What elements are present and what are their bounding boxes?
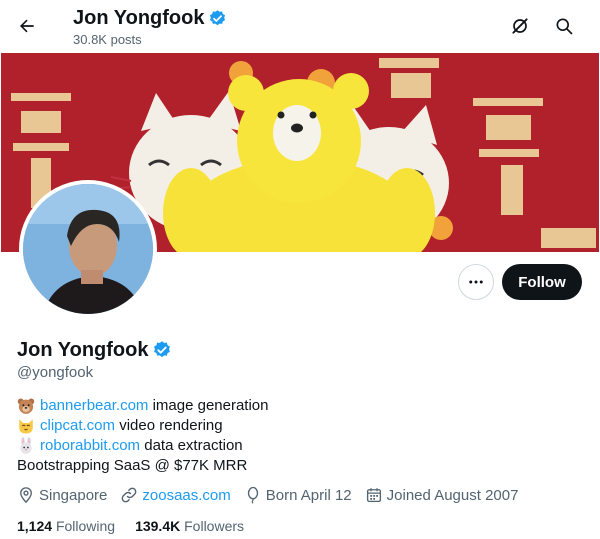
joined-text: Joined August 2007 (386, 486, 519, 504)
follow-button[interactable]: Follow (502, 264, 582, 300)
balloon-icon (247, 486, 258, 504)
followers-count: 139.4K (135, 518, 181, 534)
followers-label: Followers (184, 518, 245, 534)
profile-name: Jon Yongfook (17, 339, 149, 361)
bio-tagline: Bootstrapping SaaS @ $77K MRR (17, 457, 248, 474)
website-item: zoosaas.com (120, 486, 231, 504)
birthday-item: Born April 12 (244, 486, 352, 504)
bio-text: data extraction (140, 437, 243, 454)
bio-line-clipcat: clipcat.com video rendering (17, 416, 269, 436)
verified-badge-icon[interactable] (152, 340, 172, 360)
profile-avatar[interactable] (19, 180, 157, 318)
bio-link-roborabbit[interactable]: roborabbit.com (40, 436, 140, 456)
cat-emoji-icon (19, 419, 33, 434)
birthday-text: Born April 12 (265, 486, 352, 504)
profile-bio: bannerbear.com image generation clipcat.… (17, 396, 269, 476)
following-label: Following (55, 518, 116, 534)
location-text: Singapore (39, 486, 108, 504)
bio-text: video rendering (115, 417, 223, 434)
calendar-icon (366, 488, 381, 503)
rabbit-emoji-icon (20, 437, 32, 454)
following-count: 1,124 (17, 518, 53, 534)
more-dots-icon (469, 280, 483, 284)
back-button[interactable] (10, 9, 44, 43)
more-options-button[interactable] (458, 264, 494, 300)
profile-meta: Singapore zoosaas.com Born April 12 Join… (17, 486, 531, 504)
search-icon (556, 18, 573, 35)
verified-badge-icon (210, 9, 226, 25)
link-icon (122, 487, 137, 503)
search-button[interactable] (547, 9, 581, 43)
followers-link[interactable]: 139.4K Followers (135, 518, 244, 534)
following-link[interactable]: 1,124 Following (17, 518, 115, 534)
grok-icon (512, 18, 528, 34)
location-pin-icon (20, 487, 32, 504)
post-count: 30.8K posts (73, 32, 142, 47)
profile-name-row: Jon Yongfook (17, 338, 172, 362)
header-name-row: Jon Yongfook (73, 6, 227, 30)
bear-emoji-icon (17, 398, 35, 414)
follow-stats: 1,124 Following 139.4K Followers (17, 518, 264, 534)
bio-link-bannerbear[interactable]: bannerbear.com (40, 396, 148, 416)
bio-link-clipcat[interactable]: clipcat.com (40, 416, 115, 436)
website-link[interactable]: zoosaas.com (142, 487, 230, 504)
arrow-left-icon (20, 19, 34, 33)
bio-line-roborabbit: roborabbit.com data extraction (17, 436, 269, 456)
joined-item: Joined August 2007 (365, 486, 519, 504)
avatar-photo (23, 184, 153, 314)
profile-handle: @yongfook (17, 364, 94, 381)
bio-text: image generation (148, 397, 269, 414)
bio-line-bannerbear: bannerbear.com image generation (17, 396, 269, 416)
top-bar: Jon Yongfook 30.8K posts (0, 0, 600, 53)
grok-button[interactable] (503, 9, 537, 43)
location-item: Singapore (17, 486, 107, 504)
header-name: Jon Yongfook (73, 7, 205, 29)
